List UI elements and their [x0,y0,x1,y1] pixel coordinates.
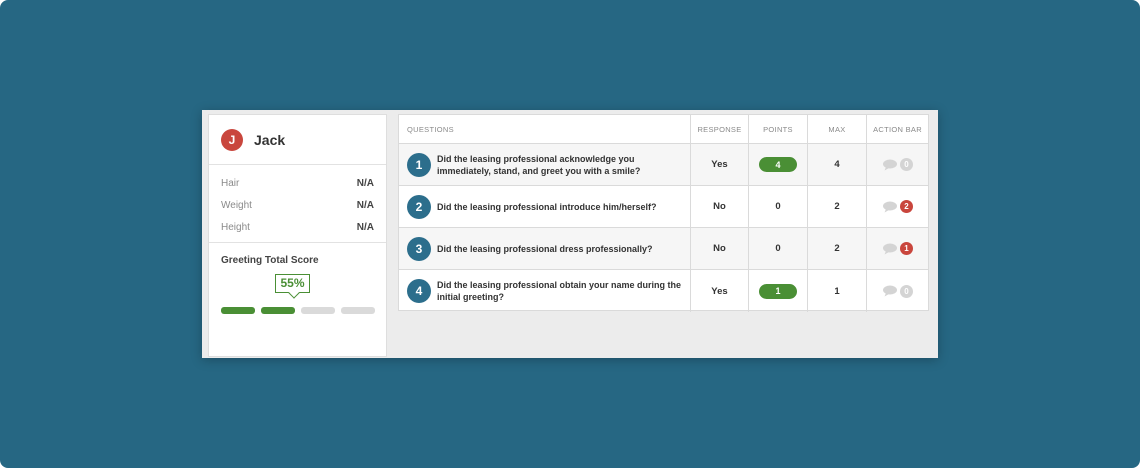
action-cell: 2 [867,186,928,227]
response-cell: Yes [691,270,749,312]
header-action-bar[interactable]: ACTION BAR [867,115,928,143]
points-value: 1 [759,283,797,299]
app-background: J Jack Hair N/A Weight N/A Height N/A Gr… [0,0,1140,468]
question-text: Did the leasing professional introduce h… [437,201,657,212]
response-value: No [713,201,726,212]
header-response[interactable]: RESPONSE [691,115,749,143]
question-cell: 2 Did the leasing professional introduce … [399,186,691,227]
table-body: 1 Did the leasing professional acknowledg… [399,144,928,312]
points-value: 0 [775,201,781,212]
header-points[interactable]: POINTS [749,115,808,143]
comment-count-badge: 1 [900,242,913,255]
response-value: No [713,243,726,254]
max-value: 1 [834,285,840,297]
question-number: 2 [407,194,431,219]
question-number: 4 [407,279,431,303]
points-cell: 0 [749,186,808,227]
points-value: 4 [759,157,797,172]
question-cell: 4 Did the leasing professional obtain you… [399,270,691,312]
max-value: 2 [834,243,840,254]
max-cell: 4 [808,144,867,185]
score-segment [261,307,295,314]
score-segment [221,307,255,314]
max-value: 2 [834,201,840,212]
total-score-section: Greeting Total Score 55% [209,243,386,314]
questions-table: QUESTIONS RESPONSE POINTS MAX ACTION BAR… [398,114,929,312]
attribute-value: N/A [356,199,374,211]
attribute-value: N/A [356,221,374,233]
comments-button[interactable]: 1 [882,242,913,255]
score-segment [301,307,335,314]
response-cell: Yes [691,144,749,185]
speech-bubble-icon [883,285,897,297]
comments-button[interactable]: 2 [882,200,913,213]
max-value: 4 [834,159,840,170]
question-text: Did the leasing professional obtain your… [437,280,682,302]
table-row[interactable]: 1 Did the leasing professional acknowledg… [399,144,928,186]
attribute-label: Weight [221,199,252,211]
question-cell: 1 Did the leasing professional acknowledg… [399,144,691,185]
profile-header: J Jack [209,115,386,165]
question-number: 1 [407,152,431,177]
response-cell: No [691,228,749,269]
action-cell: 0 [867,144,928,185]
score-title: Greeting Total Score [221,255,319,266]
table-header: QUESTIONS RESPONSE POINTS MAX ACTION BAR [399,115,928,144]
max-cell: 2 [808,186,867,227]
comment-count-badge: 2 [900,200,913,213]
header-max[interactable]: MAX [808,115,867,143]
points-cell: 1 [749,270,808,312]
question-text: Did the leasing professional dress profe… [437,243,653,254]
attribute-row-weight: Weight N/A [221,194,374,216]
score-segment [341,307,375,314]
max-cell: 2 [808,228,867,269]
attribute-label: Height [221,221,250,233]
profile-card: J Jack Hair N/A Weight N/A Height N/A Gr… [208,114,387,357]
points-cell: 4 [749,144,808,185]
action-cell: 0 [867,270,928,312]
comment-count-badge: 0 [900,158,913,171]
question-text: Did the leasing professional acknowledge… [437,153,641,176]
avatar[interactable]: J [221,128,243,151]
attribute-row-height: Height N/A [221,216,374,238]
action-cell: 1 [867,228,928,269]
question-number: 3 [407,236,431,261]
speech-bubble-icon [883,201,897,212]
attribute-label: Hair [221,177,240,189]
max-cell: 1 [808,270,867,312]
comment-count-badge: 0 [900,284,913,298]
response-value: Yes [711,285,728,297]
table-row[interactable]: 4 Did the leasing professional obtain you… [399,270,928,312]
profile-attributes: Hair N/A Weight N/A Height N/A [209,165,386,243]
attribute-row-hair: Hair N/A [221,172,374,194]
score-percent-tooltip: 55% [275,274,310,293]
scorecard-panel: J Jack Hair N/A Weight N/A Height N/A Gr… [202,110,938,358]
attribute-value: N/A [356,177,374,189]
response-cell: No [691,186,749,227]
header-questions[interactable]: QUESTIONS [399,115,691,143]
comments-button[interactable]: 0 [882,158,913,171]
table-row[interactable]: 3 Did the leasing professional dress prof… [399,228,928,270]
question-cell: 3 Did the leasing professional dress prof… [399,228,691,269]
table-row[interactable]: 2 Did the leasing professional introduce … [399,186,928,228]
profile-name: Jack [254,131,286,148]
points-cell: 0 [749,228,808,269]
speech-bubble-icon [883,159,897,170]
response-value: Yes [711,159,728,170]
points-value: 0 [775,243,781,254]
comments-button[interactable]: 0 [882,284,913,298]
score-progress-bar [221,307,375,314]
speech-bubble-icon [883,243,897,254]
